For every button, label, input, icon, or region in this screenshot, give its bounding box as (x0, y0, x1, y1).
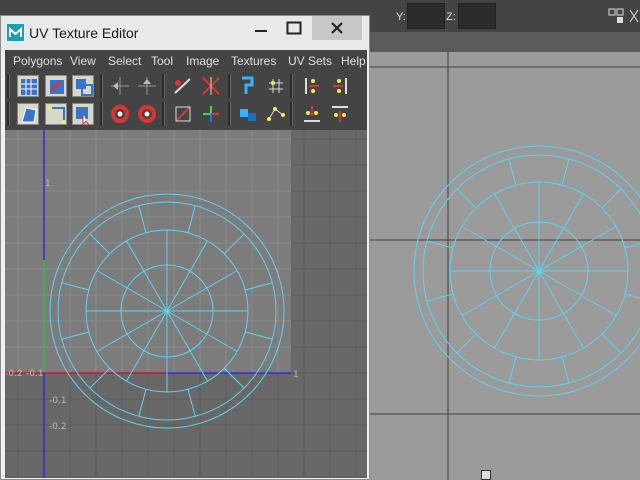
toolbar-separator (7, 102, 10, 126)
z-coordinate-label: Z: (446, 11, 456, 23)
viewport-disc-mesh (370, 52, 640, 480)
move-uv-shell-icon[interactable] (200, 103, 222, 125)
menu-view[interactable]: View (70, 54, 96, 68)
disc-spoke (538, 270, 584, 349)
rotate-ccw-icon[interactable] (109, 103, 131, 125)
disc-spoke-outer (624, 293, 640, 299)
disc-spoke (461, 270, 540, 316)
uv-label-below-0: -0.1 (49, 396, 67, 406)
maximize-button[interactable] (276, 16, 312, 40)
close-icon (331, 22, 343, 34)
uv-label-left-0: -0.2 (5, 369, 23, 379)
menu-tool[interactable]: Tool (151, 54, 173, 68)
uv-menubar: Polygons View Select Tool Image Textures… (5, 50, 367, 72)
disc-spoke (494, 193, 540, 272)
window-titlebar[interactable]: UV Texture Editor (1, 16, 369, 50)
toolbar-separator (100, 102, 103, 126)
uv-toolbar (5, 72, 367, 130)
uv-move-select-icon[interactable] (72, 75, 94, 97)
menu-select[interactable]: Select (108, 54, 141, 68)
align-uvs-bottom-icon[interactable] (301, 103, 323, 125)
split-uvs-icon[interactable] (200, 75, 222, 97)
disc-spoke-outer (456, 333, 477, 354)
disc-spoke-outer (426, 293, 454, 302)
menu-textures[interactable]: Textures (231, 54, 276, 68)
align-uvs-top-icon[interactable] (329, 103, 351, 125)
disc-spoke (538, 193, 584, 272)
menu-polygons[interactable]: Polygons (13, 54, 62, 68)
unfold-uvs-icon[interactable] (237, 103, 259, 125)
toolbar-separator (7, 74, 10, 98)
relax-uvs-icon[interactable] (265, 103, 287, 125)
uv-grid-canvas[interactable]: 1 1 -0.2 -0.1 -0.1 -0.2 (5, 130, 367, 478)
uv-right-mark: 1 (293, 370, 299, 380)
uv-edge-select-icon[interactable] (45, 103, 67, 125)
close-button[interactable] (312, 16, 362, 40)
uv-shell-select-icon[interactable] (45, 75, 67, 97)
disc-spoke-outer (138, 389, 147, 417)
disc-spoke-outer (561, 356, 570, 384)
minimize-button[interactable] (243, 16, 279, 40)
disc-spoke-outer (508, 158, 517, 186)
toolbar-separator (228, 74, 231, 98)
disc-spoke (538, 226, 617, 272)
mouse-cursor (481, 470, 491, 480)
disc-spoke (494, 270, 540, 349)
uv-face-select-icon[interactable] (17, 103, 39, 125)
uv-label-below-1: -0.2 (49, 422, 67, 432)
disc-spoke (538, 270, 617, 316)
toolbar-separator (162, 74, 165, 98)
flip-v-icon[interactable] (136, 75, 158, 97)
menu-help[interactable]: Help (341, 54, 366, 68)
flip-u-icon[interactable] (109, 75, 131, 97)
uv-editor-content: Polygons View Select Tool Image Textures… (5, 50, 367, 478)
maya-app-icon (7, 24, 24, 41)
cut-uv-edges-icon[interactable] (172, 75, 194, 97)
uv-texture-editor-window[interactable]: UV Texture Editor Polygons View Select T… (0, 15, 370, 480)
disc-spoke (461, 226, 540, 272)
toolbar-separator (290, 102, 293, 126)
disc-spoke-outer (456, 188, 477, 209)
uv-vertex-select-icon[interactable] (72, 103, 94, 126)
layout-uvs-icon[interactable] (237, 75, 259, 97)
y-coordinate-field[interactable] (407, 3, 445, 29)
sew-uv-edges-icon[interactable] (172, 103, 194, 125)
uv-top-mark: 1 (45, 179, 51, 189)
grid-icon[interactable] (608, 8, 624, 24)
toolbar-separator (162, 102, 165, 126)
align-uvs-right-icon[interactable] (329, 75, 351, 97)
y-coordinate-label: Y: (396, 11, 406, 23)
menu-image[interactable]: Image (186, 54, 219, 68)
toolbar-separator (228, 102, 231, 126)
maximize-icon (286, 21, 302, 35)
uv-label-left-1: -0.1 (26, 369, 44, 379)
minimize-icon (255, 30, 267, 32)
disc-spoke-outer (426, 240, 454, 249)
menu-uv-sets[interactable]: UV Sets (288, 54, 332, 68)
z-coordinate-field[interactable] (458, 3, 496, 29)
disc-spoke-outer (187, 389, 196, 417)
disc-spoke-outer (508, 356, 517, 384)
align-uvs-left-icon[interactable] (301, 75, 323, 97)
snap-uvs-icon[interactable] (265, 75, 287, 97)
toolbar-separator (100, 74, 103, 98)
transform-icon[interactable] (628, 8, 640, 24)
disc-spoke-outer (624, 243, 640, 249)
disc-spoke-outer (561, 158, 570, 186)
disc-spoke-outer (601, 333, 622, 354)
uv-editor-panel[interactable]: 1 1 -0.2 -0.1 -0.1 -0.2 (5, 130, 367, 478)
uv-grid-select-icon[interactable] (17, 75, 39, 97)
window-title: UV Texture Editor (29, 25, 139, 41)
toolbar-separator (290, 74, 293, 98)
disc-spoke-outer (601, 188, 622, 209)
rotate-cw-icon[interactable] (136, 103, 158, 125)
3d-viewport[interactable] (370, 52, 640, 480)
